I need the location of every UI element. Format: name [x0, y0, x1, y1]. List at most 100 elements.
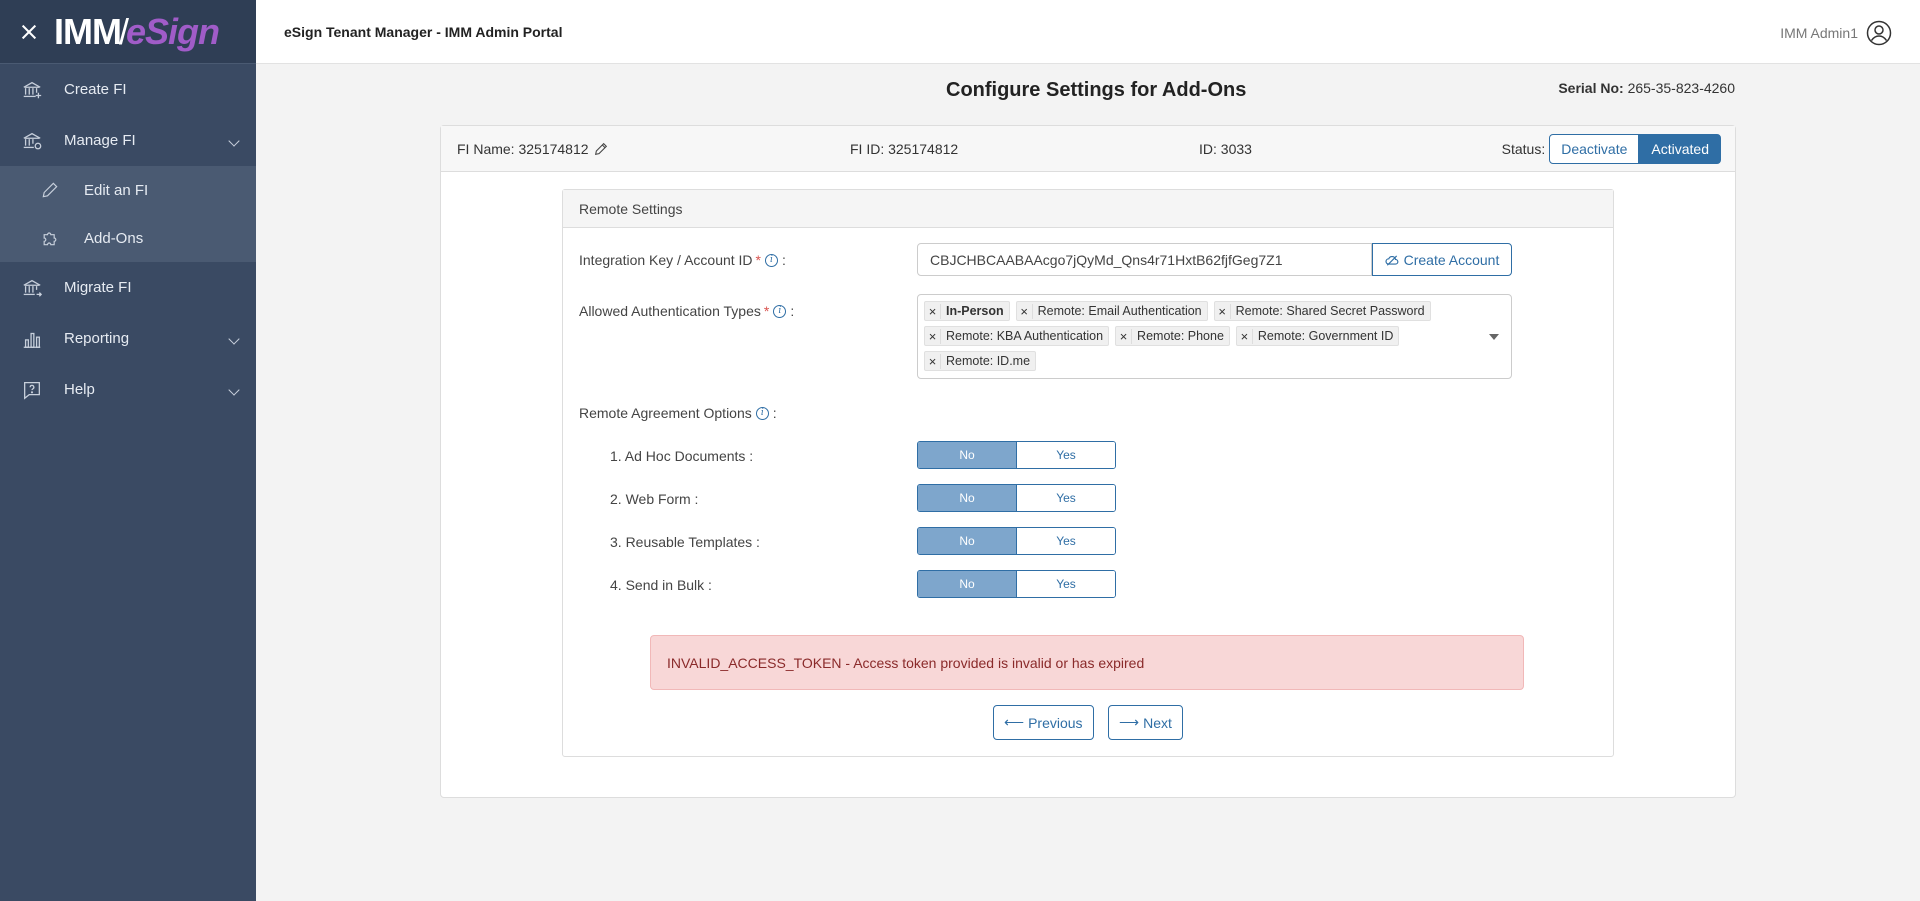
- top-header: eSign Tenant Manager - IMM Admin Portal …: [256, 0, 1920, 64]
- help-chat-icon: [20, 378, 44, 402]
- auth-type-tag: × Remote: Shared Secret Password: [1213, 301, 1431, 321]
- fi-id: FI ID: 325174812: [850, 141, 959, 157]
- sidebar-item-manage-fi[interactable]: Manage FI: [0, 115, 256, 166]
- tag-label: Remote: Phone: [1137, 329, 1224, 343]
- sidebar-item-label: Migrate FI: [64, 279, 132, 296]
- required-marker: *: [763, 303, 770, 319]
- reusable-templates-yes-button[interactable]: Yes: [1017, 528, 1115, 554]
- arrow-left-icon: ⟵: [1004, 714, 1025, 730]
- chevron-down-icon: [228, 384, 240, 396]
- sidebar-item-label: Edit an FI: [84, 181, 149, 199]
- ad-hoc-yes-button[interactable]: Yes: [1017, 442, 1115, 468]
- auth-type-tag: × Remote: KBA Authentication: [924, 326, 1110, 346]
- tag-label: In-Person: [946, 304, 1004, 318]
- sidebar-item-migrate-fi[interactable]: Migrate FI: [0, 262, 256, 313]
- chevron-down-icon: [228, 333, 240, 345]
- create-account-button[interactable]: Create Account: [1372, 243, 1512, 276]
- fi-settings-card: FI Name: 325174812 FI ID: 325174812 ID: …: [440, 125, 1736, 798]
- web-form-no-button[interactable]: No: [918, 485, 1017, 511]
- page-title: Configure Settings for Add-Ons: [946, 79, 1247, 101]
- bank-migrate-icon: [20, 276, 44, 300]
- send-in-bulk-toggle: No Yes: [917, 570, 1116, 598]
- remove-tag-icon[interactable]: ×: [1116, 328, 1133, 344]
- sidebar-item-label: Reporting: [64, 330, 130, 347]
- next-button[interactable]: ⟶ Next: [1108, 705, 1183, 740]
- fi-name: FI Name: 325174812: [457, 141, 609, 157]
- option-label-send-in-bulk: 4. Send in Bulk :: [610, 577, 712, 593]
- sidebar: IMM / eSign Create FI Manage FI Edit an FI: [0, 0, 256, 901]
- sidebar-item-label: Add-Ons: [84, 229, 144, 247]
- previous-label: Previous: [1028, 714, 1083, 731]
- activated-button[interactable]: Activated: [1639, 134, 1721, 164]
- sidebar-item-reporting[interactable]: Reporting: [0, 313, 256, 364]
- fi-name-text: FI Name: 325174812: [457, 141, 589, 157]
- tag-label: Remote: Email Authentication: [1037, 304, 1202, 318]
- auth-types-label-text: Allowed Authentication Types: [579, 303, 761, 319]
- pencil-icon: [38, 178, 62, 202]
- dropdown-caret-icon[interactable]: [1489, 334, 1499, 340]
- tag-label: Remote: Government ID: [1257, 329, 1394, 343]
- integration-key-input[interactable]: CBJCHBCAABAAcgo7jQyMd_Qns4r71HxtB62fjfGe…: [917, 243, 1372, 276]
- sidebar-item-label: Create FI: [64, 81, 127, 98]
- status-label: Status:: [1501, 141, 1546, 157]
- send-in-bulk-no-button[interactable]: No: [918, 571, 1017, 597]
- send-in-bulk-yes-button[interactable]: Yes: [1017, 571, 1115, 597]
- fi-info-bar: FI Name: 325174812 FI ID: 325174812 ID: …: [441, 126, 1735, 172]
- remove-tag-icon[interactable]: ×: [1215, 303, 1231, 319]
- app-title: eSign Tenant Manager - IMM Admin Portal: [284, 23, 563, 40]
- serial-value: 265-35-823-4260: [1627, 80, 1735, 96]
- option-label-reusable-templates: 3. Reusable Templates :: [610, 534, 760, 550]
- sidebar-header: IMM / eSign: [0, 0, 256, 64]
- imm-esign-logo: IMM / eSign: [54, 11, 220, 53]
- sidebar-nav: Create FI Manage FI Edit an FI Add-Ons M…: [0, 64, 256, 415]
- remove-tag-icon[interactable]: ×: [925, 353, 941, 369]
- reusable-templates-no-button[interactable]: No: [918, 528, 1017, 554]
- next-label: Next: [1143, 714, 1172, 731]
- integration-key-label: Integration Key / Account ID * i :: [579, 252, 786, 268]
- label-colon: :: [790, 303, 795, 319]
- record-id: ID: 3033: [1199, 141, 1252, 157]
- cloud-icon: [1385, 254, 1399, 266]
- sidebar-item-create-fi[interactable]: Create FI: [0, 64, 256, 115]
- web-form-yes-button[interactable]: Yes: [1017, 485, 1115, 511]
- info-icon[interactable]: i: [773, 304, 787, 318]
- info-icon[interactable]: i: [765, 253, 778, 267]
- deactivate-button[interactable]: Deactivate: [1549, 134, 1640, 164]
- remove-tag-icon[interactable]: ×: [1237, 328, 1253, 344]
- user-avatar-icon[interactable]: [1866, 20, 1892, 46]
- remove-tag-icon[interactable]: ×: [925, 328, 941, 344]
- tag-label: Remote: ID.me: [946, 354, 1031, 368]
- bank-icon: [20, 78, 44, 102]
- bar-chart-icon: [20, 327, 44, 351]
- create-account-label: Create Account: [1403, 251, 1500, 268]
- auth-type-tag: × Remote: Email Authentication: [1015, 301, 1208, 321]
- label-colon: :: [772, 405, 777, 421]
- previous-button[interactable]: ⟵ Previous: [993, 705, 1094, 740]
- auth-type-tag: × Remote: Government ID: [1235, 326, 1400, 346]
- tag-label: Remote: Shared Secret Password: [1235, 304, 1425, 318]
- sidebar-item-help[interactable]: Help: [0, 364, 256, 415]
- remote-settings-panel: Remote Settings Integration Key / Accoun…: [562, 189, 1614, 757]
- auth-type-tag: × Remote: ID.me: [924, 351, 1037, 371]
- serial-label: Serial No:: [1558, 80, 1624, 96]
- auth-type-tag: × In-Person: [924, 301, 1010, 321]
- sidebar-item-add-ons[interactable]: Add-Ons: [0, 214, 256, 262]
- close-icon[interactable]: [20, 23, 38, 41]
- auth-types-multiselect[interactable]: × In-Person × Remote: Email Authentication…: [917, 294, 1512, 379]
- info-icon[interactable]: i: [755, 406, 769, 420]
- edit-pencil-icon[interactable]: [593, 141, 609, 157]
- error-alert: INVALID_ACCESS_TOKEN - Access token prov…: [650, 635, 1524, 690]
- chevron-down-icon: [228, 135, 240, 147]
- sidebar-item-edit-fi[interactable]: Edit an FI: [0, 166, 256, 214]
- user-name: IMM Admin1: [1780, 25, 1858, 41]
- auth-type-tag: × Remote: Phone: [1115, 326, 1230, 346]
- remove-tag-icon[interactable]: ×: [925, 303, 941, 319]
- agreement-options-label-text: Remote Agreement Options: [579, 405, 752, 421]
- user-menu[interactable]: IMM Admin1: [1780, 20, 1892, 46]
- remove-tag-icon[interactable]: ×: [1017, 303, 1033, 319]
- reusable-templates-toggle: No Yes: [917, 527, 1116, 555]
- ad-hoc-no-button[interactable]: No: [918, 442, 1017, 468]
- auth-types-label: Allowed Authentication Types * i :: [579, 303, 794, 319]
- puzzle-icon: [38, 226, 62, 250]
- sidebar-item-label: Help: [64, 381, 95, 398]
